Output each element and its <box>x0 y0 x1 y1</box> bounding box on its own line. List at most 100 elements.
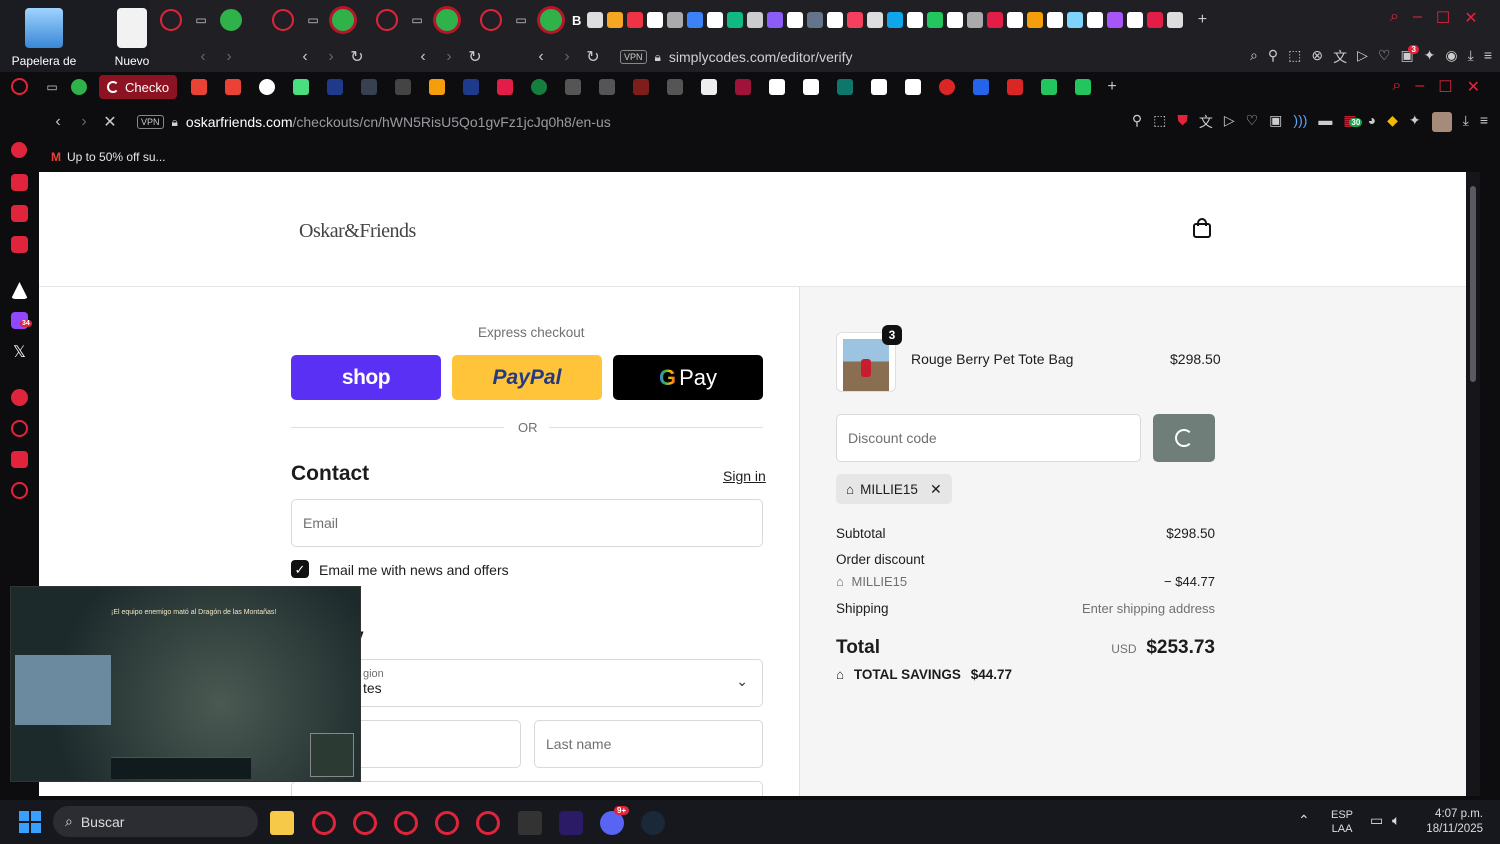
twitch-icon[interactable]: 34 <box>11 312 32 329</box>
pie-ext-icon[interactable]: ◕ <box>1368 112 1376 132</box>
minimize-icon[interactable]: – <box>1415 77 1424 97</box>
aria-icon[interactable] <box>11 142 27 158</box>
tab-favicon[interactable] <box>871 79 888 95</box>
opera-taskbar-icon[interactable] <box>435 811 459 835</box>
puzzle-icon[interactable]: ✦ <box>1424 47 1436 67</box>
simplycodes-tab-icon[interactable] <box>71 79 87 95</box>
newsletter-checkbox[interactable]: ✓ <box>291 560 309 578</box>
close-icon[interactable]: ✕ <box>1464 8 1477 28</box>
wallet-tab-icon[interactable]: ▭ <box>508 13 534 27</box>
wallet-tab-icon[interactable]: ▭ <box>300 13 326 27</box>
forward-icon[interactable]: › <box>318 48 344 66</box>
zoom-icon[interactable]: ⌕ <box>1250 47 1258 67</box>
address-field[interactable] <box>291 781 763 796</box>
tab-favicon[interactable] <box>667 79 684 95</box>
email-field[interactable]: Email <box>291 499 763 547</box>
picture-in-picture-video[interactable]: ¡El equipo enemigo mató al Dragón de las… <box>10 586 361 782</box>
back-icon[interactable]: ‹ <box>292 48 318 66</box>
shop-pay-button[interactable]: shop <box>291 355 441 400</box>
tab-favicon[interactable] <box>599 79 616 95</box>
adblock-icon[interactable]: ⊗ <box>1311 47 1323 67</box>
tab-favicon[interactable] <box>361 79 378 95</box>
send-icon[interactable]: ▷ <box>1224 112 1235 132</box>
crypto-wallet-icon[interactable] <box>11 174 28 191</box>
opera-taskbar-icon[interactable] <box>353 811 377 835</box>
heart-icon[interactable]: ♡ <box>1246 112 1259 132</box>
simplycodes-tab-icon[interactable] <box>220 9 242 31</box>
forward-icon[interactable]: › <box>216 48 242 66</box>
scrollbar-thumb[interactable] <box>1470 186 1476 382</box>
gmail-tab-icon[interactable] <box>191 79 208 95</box>
stop-loading-icon[interactable]: ✕ <box>97 112 123 132</box>
back-icon[interactable]: ‹ <box>528 48 554 66</box>
back-icon[interactable]: ‹ <box>190 48 216 66</box>
puzzle-icon[interactable]: ✦ <box>1409 112 1421 132</box>
opera-menu-icon[interactable] <box>11 78 28 95</box>
wallet-tab-icon[interactable]: ▭ <box>404 13 430 27</box>
last-name-field[interactable]: Last name <box>534 720 763 768</box>
close-icon[interactable]: ✕ <box>1467 77 1480 97</box>
translate-icon[interactable]: 文 <box>1199 112 1213 132</box>
spotify-icon[interactable] <box>11 389 28 406</box>
reload-icon[interactable]: ↻ <box>580 47 606 67</box>
tab-favicon[interactable] <box>327 79 344 95</box>
gmail-sidebar-icon[interactable] <box>11 236 28 253</box>
tab-favicon[interactable] <box>837 79 854 95</box>
simplycodes-tab-icon[interactable] <box>332 9 354 31</box>
tab-favicon[interactable] <box>803 79 820 95</box>
simplycodes-tab-icon[interactable] <box>540 9 562 31</box>
opera-taskbar-icon[interactable] <box>394 811 418 835</box>
country-region-select[interactable]: gion tes ⌄ <box>291 659 763 707</box>
settings-icon[interactable] <box>11 482 28 499</box>
tray-chevron-up-icon[interactable]: ⌃ <box>1298 812 1310 829</box>
menu-icon[interactable]: ≡ <box>1484 47 1492 67</box>
tab-favicon[interactable] <box>429 79 446 95</box>
search-icon[interactable]: ⌕ <box>1390 8 1399 28</box>
back-icon[interactable]: ‹ <box>410 48 436 66</box>
snapshot-icon[interactable]: ⬚ <box>1153 112 1166 132</box>
sign-in-link[interactable]: Sign in <box>723 468 766 484</box>
x-twitter-icon[interactable]: 𝕏 <box>11 344 28 361</box>
discount-code-field[interactable]: Discount code <box>836 414 1141 462</box>
player-icon[interactable] <box>11 205 28 222</box>
kick-tab-icon[interactable] <box>1041 79 1058 95</box>
wallet-icon[interactable]: ▣ <box>1269 112 1282 132</box>
send-icon[interactable]: ▷ <box>1357 47 1368 67</box>
paypal-button[interactable]: PayPal <box>452 355 602 400</box>
calendar-ext-icon[interactable]: ▦30 <box>1343 112 1363 132</box>
minimize-icon[interactable]: – <box>1413 8 1422 28</box>
reload-icon[interactable]: ↻ <box>344 47 370 67</box>
kick-tab-icon[interactable] <box>1075 79 1092 95</box>
tab-favicon[interactable] <box>905 79 922 95</box>
translate-icon[interactable]: 文 <box>1333 47 1347 67</box>
tab-favicon[interactable] <box>701 79 718 95</box>
store-logo[interactable]: Oskar&Friends <box>299 220 416 243</box>
extensions-icon[interactable]: ▣ 3 <box>1400 45 1419 67</box>
discord-icon[interactable]: 9+ <box>600 806 630 835</box>
address-field[interactable]: oskarfriends.com/checkouts/cn/hWN5RisU5Q… <box>186 114 611 130</box>
opera-tab-icon[interactable] <box>160 9 182 31</box>
google-pay-button[interactable]: G Pay <box>613 355 763 400</box>
screen-icon[interactable]: ▬ <box>1318 112 1332 132</box>
clock[interactable]: 4:07 p.m. 18/11/2025 <box>1415 807 1483 837</box>
premiere-pro-icon[interactable] <box>559 811 583 835</box>
opera-tab-icon[interactable] <box>272 9 294 31</box>
forward-icon[interactable]: › <box>554 48 580 66</box>
opera-taskbar-icon[interactable] <box>476 811 500 835</box>
tab-favicon[interactable] <box>395 79 412 95</box>
network-icon[interactable]: ▭ <box>1370 812 1383 829</box>
tab-favicon[interactable] <box>497 79 514 95</box>
windows-start-icon[interactable] <box>19 811 41 833</box>
tab-favicon[interactable] <box>531 79 548 95</box>
tab-favicon[interactable] <box>769 79 786 95</box>
maximize-icon[interactable]: ☐ <box>1436 8 1450 28</box>
download-icon[interactable]: ⤓ <box>1468 47 1474 67</box>
download-icon[interactable]: ⤓ <box>1463 112 1469 132</box>
epic-games-icon[interactable] <box>518 811 542 835</box>
shopping-bag-icon[interactable] <box>1193 218 1211 238</box>
opera-tab-icon[interactable] <box>480 9 502 31</box>
menu-icon[interactable]: ≡ <box>1480 112 1488 132</box>
apply-discount-button[interactable] <box>1153 414 1215 462</box>
snapshot-icon[interactable]: ⬚ <box>1288 47 1301 67</box>
opera-taskbar-icon[interactable] <box>312 811 336 835</box>
